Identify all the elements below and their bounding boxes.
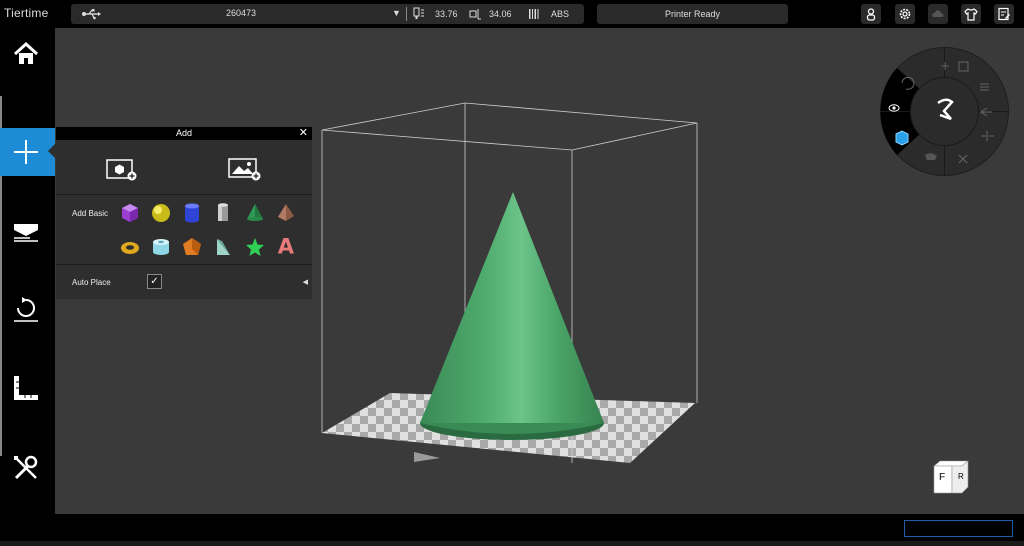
nozzle-temp-value: 33.76 [435, 9, 458, 19]
rotate-level-icon [14, 297, 38, 322]
auto-place-label: Auto Place [72, 278, 111, 287]
home-icon [13, 41, 39, 64]
svg-text:A: A [278, 234, 295, 256]
add-file-row [56, 140, 312, 195]
calibrate-button[interactable] [0, 286, 55, 334]
shape-pentagon[interactable] [181, 236, 203, 258]
view-cube[interactable]: F R [933, 460, 969, 494]
measure-button[interactable] [0, 364, 55, 412]
shape-cube[interactable] [119, 202, 141, 224]
skin-button[interactable] [961, 4, 981, 24]
add-panel-title: Add [175, 128, 192, 138]
printer-serial: 260473 [226, 8, 257, 18]
cone-model[interactable] [420, 192, 604, 440]
svg-text:+: + [940, 59, 950, 73]
shape-cylinder[interactable] [181, 202, 203, 224]
shape-wedge[interactable] [212, 236, 234, 258]
add-image-icon[interactable] [228, 157, 262, 181]
bed-temp-value: 34.06 [489, 9, 512, 19]
close-panel-button[interactable]: ✕ [299, 127, 308, 140]
shape-cone[interactable] [244, 202, 266, 224]
material-value: ABS [551, 9, 570, 19]
print-button[interactable] [0, 206, 55, 254]
bed-front-arrow [414, 452, 440, 462]
status-input-box[interactable] [904, 520, 1013, 537]
view-cube-right-label: R [958, 472, 964, 481]
usb-icon [82, 9, 101, 20]
bottom-bar [0, 514, 1024, 546]
auto-place-checkbox[interactable]: ✓ [147, 274, 162, 289]
view-cube-front-label: F [939, 472, 946, 483]
printer-state: Printer Ready [597, 4, 788, 24]
shape-letter-a[interactable]: A [275, 234, 297, 256]
shape-gray-cylinder[interactable] [212, 202, 234, 224]
shape-star[interactable] [244, 236, 266, 258]
shirt-icon [964, 8, 978, 21]
user-icon [866, 8, 876, 21]
add-basic-label: Add Basic [72, 209, 109, 218]
cloud-button[interactable] [928, 4, 948, 24]
print-icon [14, 224, 38, 242]
edit-document-icon [998, 7, 1010, 21]
material-icon [529, 9, 539, 19]
bed-temp-icon [469, 9, 481, 20]
left-toolbar [0, 28, 55, 518]
settings-button[interactable] [895, 4, 915, 24]
add-button[interactable] [0, 128, 55, 176]
shape-sphere[interactable] [150, 202, 172, 224]
tools-icon [14, 455, 38, 480]
printer-dropdown-arrow[interactable]: ▼ [392, 8, 401, 18]
divider [406, 7, 407, 21]
add-model-file-icon[interactable] [106, 159, 138, 181]
top-bar: Tiertime 260473 ▼ 33.76 34.06 ABS Printe… [0, 0, 1024, 28]
collapse-arrow[interactable]: ◀ [303, 278, 308, 286]
nozzle-temp-icon [413, 7, 424, 19]
notes-button[interactable] [994, 4, 1014, 24]
add-panel: Add ✕ Add Basic A Auto Place ✓ ◀ [56, 127, 312, 299]
printer-status-bar[interactable]: 260473 ▼ 33.76 34.06 ABS [71, 4, 584, 24]
cloud-icon [932, 10, 944, 17]
plus-icon [14, 140, 38, 164]
cube-object-icon [895, 130, 909, 146]
gear-icon [899, 8, 911, 20]
ruler-icon [14, 376, 38, 400]
account-button[interactable] [861, 4, 881, 24]
app-logo: Tiertime [4, 6, 49, 20]
shape-pyramid[interactable] [275, 202, 297, 224]
shape-tube[interactable] [150, 236, 172, 258]
add-panel-header: Add ✕ [56, 127, 312, 140]
radial-menu[interactable]: + [880, 47, 1009, 176]
maintenance-button[interactable] [0, 444, 55, 492]
bottom-strip [0, 541, 1024, 546]
shape-torus[interactable] [119, 236, 141, 258]
auto-place-row: Auto Place ✓ ◀ [56, 264, 312, 299]
home-button[interactable] [0, 30, 55, 78]
